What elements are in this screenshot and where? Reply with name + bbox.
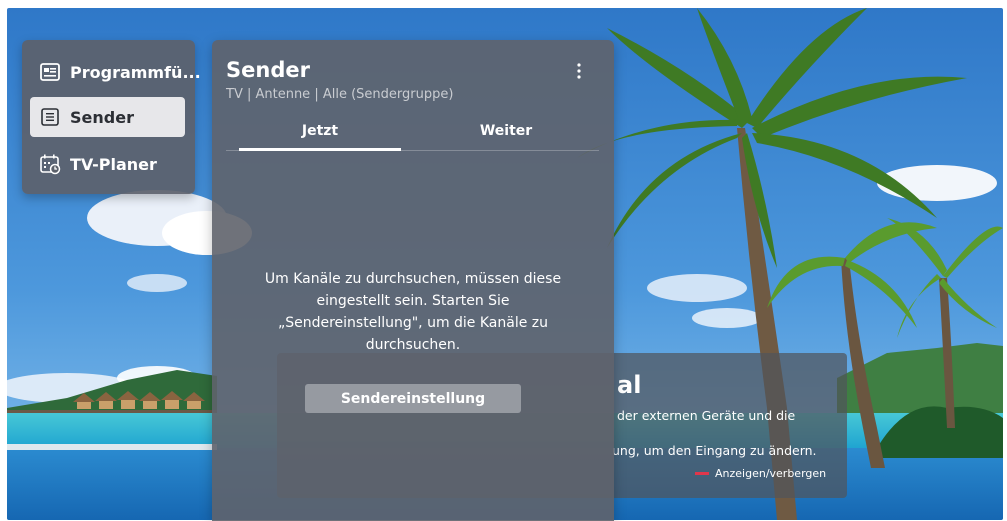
- more-options-icon[interactable]: [572, 60, 586, 82]
- sidebar-item-label: TV-Planer: [70, 154, 157, 174]
- tab-now[interactable]: Jetzt: [240, 123, 400, 139]
- show-hide-hint[interactable]: Anzeigen/verbergen: [695, 467, 826, 480]
- sidebar-item-label: Sender: [70, 107, 134, 127]
- no-signal-title: al: [617, 371, 642, 399]
- calendar-clock-icon: [39, 153, 61, 175]
- sidebar-item-program-guide[interactable]: Programmfü...: [30, 52, 201, 92]
- program-guide-icon: [39, 61, 61, 83]
- channels-panel: Sender TV | Antenne | Alle (Sendergruppe…: [212, 40, 614, 521]
- red-key-icon: [695, 472, 709, 475]
- empty-state-message: Um Kanäle zu durchsuchen, müssen diese e…: [264, 271, 562, 353]
- channel-list-icon: [39, 106, 61, 128]
- show-hide-label: Anzeigen/verbergen: [715, 467, 827, 480]
- channel-setup-button[interactable]: Sendereinstellung: [305, 384, 521, 413]
- sidebar-item-label: Programmfü...: [70, 62, 201, 82]
- panel-subtitle: TV | Antenne | Alle (Sendergruppe): [226, 87, 454, 102]
- panel-title: Sender: [226, 58, 310, 82]
- tab-next[interactable]: Weiter: [426, 123, 586, 139]
- guide-sidebar: Programmfü... Sender TV-Planer: [22, 40, 201, 194]
- no-signal-text-line1: der externen Geräte und die: [617, 408, 796, 423]
- sidebar-item-channels[interactable]: Sender: [30, 97, 185, 137]
- active-tab-indicator: [239, 148, 401, 151]
- no-signal-text-line2: ung, um den Eingang zu ändern.: [612, 443, 817, 458]
- sidebar-item-tv-planner[interactable]: TV-Planer: [30, 144, 185, 184]
